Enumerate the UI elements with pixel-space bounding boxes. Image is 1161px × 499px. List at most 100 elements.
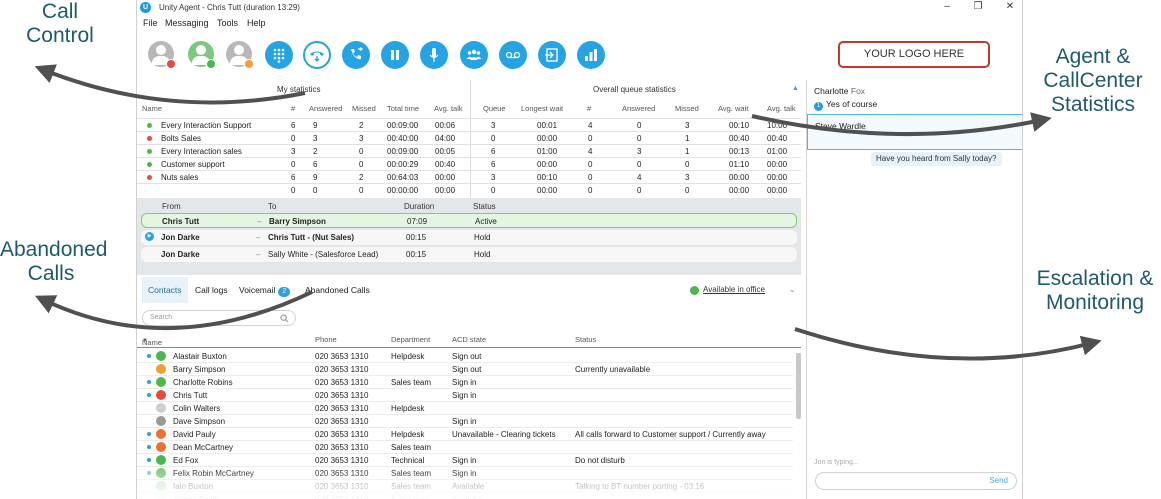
- contact-phone: 020 3653 1310: [315, 443, 369, 452]
- contact-row[interactable]: Charlotte Robins 020 3653 1310 Sales team S…: [137, 376, 793, 389]
- stats-col-header: Missed: [352, 104, 376, 113]
- phone-down-icon: [310, 51, 324, 62]
- play-icon[interactable]: ▶: [145, 232, 154, 241]
- presence-dot: [147, 458, 151, 462]
- stats-cell: 00:01: [537, 121, 558, 130]
- contact-row[interactable]: Dean McCartney 020 3653 1310 Sales team: [137, 441, 793, 454]
- avatar-offline[interactable]: [148, 41, 176, 69]
- dialpad-button[interactable]: [265, 41, 293, 69]
- restore-icon[interactable]: ❐: [971, 1, 985, 12]
- stats-cell: 00:00:29: [387, 160, 419, 169]
- call-status: Hold: [474, 233, 491, 242]
- stats-cell: 00:00: [537, 186, 558, 195]
- chat-contact-name[interactable]: Charlotte Fox: [814, 86, 865, 96]
- pause-icon: [391, 50, 399, 60]
- contact-row[interactable]: Colin Walters 020 3653 1310 Helpdesk: [137, 402, 793, 415]
- contacts-col-header: Department: [391, 335, 431, 344]
- menu-file[interactable]: File: [143, 18, 158, 28]
- contacts-header-divider: [137, 347, 801, 348]
- chat-panel: Charlotte Fox 1 Yes of course Steve Wardl…: [806, 80, 1022, 499]
- tab-abandoned-calls[interactable]: Abandoned Calls: [299, 277, 376, 303]
- stats-row[interactable]: Nuts sales 6 9 2 00:64:03 00:00 3 00:10 0 4 3 00:00…: [137, 170, 801, 183]
- logo-placeholder: YOUR LOGO HERE: [838, 41, 990, 68]
- contact-department: Sales team: [391, 378, 432, 387]
- contact-department: Sales team: [391, 443, 432, 452]
- contacts-col-header: Status: [575, 335, 597, 344]
- contact-row[interactable]: Chris Tutt 020 3653 1310 Sign in: [137, 389, 793, 402]
- call-row[interactable]: Jon Darke Sally White - (Salesforce Lead)…: [141, 247, 797, 262]
- chat-selected-name: Steve Wardle: [815, 121, 866, 131]
- stats-cell: 0: [637, 134, 642, 143]
- contact-row[interactable]: Alastair Buxton 020 3653 1310 Helpdesk Sign…: [137, 350, 793, 363]
- stats-cell: 3: [359, 134, 364, 143]
- contacts-scrollbar[interactable]: [796, 353, 801, 419]
- minimize-icon[interactable]: –: [940, 1, 954, 12]
- avatar-available[interactable]: [188, 41, 216, 69]
- stats-cell: 00:13: [729, 147, 750, 156]
- queue-name: Bolts Sales: [161, 134, 202, 143]
- chat-message-input[interactable]: Send: [815, 472, 1017, 490]
- contact-row[interactable]: David Pauly 020 3653 1310 Helpdesk Unavaila…: [137, 428, 793, 441]
- contact-row[interactable]: Barry Simpson 020 3653 1310 Sign out Curren…: [137, 363, 793, 376]
- conference-button[interactable]: [460, 41, 488, 69]
- tab-voicemail[interactable]: Voicemail 2: [233, 277, 296, 303]
- contact-department: Helpdesk: [391, 404, 425, 413]
- menu-help[interactable]: Help: [247, 18, 266, 28]
- avatar-away[interactable]: [226, 41, 254, 69]
- statistics-panel: My statistics Overall queue statistics ▲…: [137, 80, 801, 198]
- contact-row[interactable]: Dave Simpson 020 3653 1310 Sign in: [137, 415, 793, 428]
- stats-row[interactable]: Every Interaction sales 3 2 0 00:09:00 00:05 6…: [137, 144, 801, 157]
- tab-contacts[interactable]: Contacts: [142, 277, 188, 303]
- availability-selector[interactable]: Available in office: [703, 285, 765, 294]
- contact-name: Charlotte Robins: [173, 378, 233, 387]
- contact-row[interactable]: Ed Fox 020 3653 1310 Technical Sign in Do no…: [137, 454, 793, 467]
- call-status: Hold: [474, 250, 491, 259]
- stats-row[interactable]: Bolts Sales 0 3 3 00:40:00 04:00 0 00:00 0 0 1 00:4…: [137, 131, 801, 144]
- contact-department: Technical: [391, 456, 425, 465]
- chat-selected-contact[interactable]: Steve Wardle: [807, 114, 1022, 150]
- chevron-down-icon[interactable]: ⌄: [789, 285, 796, 294]
- contact-acd-state: Sign out: [452, 352, 482, 361]
- contact-status-icon: [156, 403, 166, 413]
- sort-down-icon: ▼: [142, 338, 148, 344]
- call-separator: –: [256, 250, 261, 259]
- call-row[interactable]: ▶ Jon Darke Chris Tutt - (Nut Sales) 00:15 H…: [141, 230, 797, 245]
- contact-name: David Pauly: [173, 430, 216, 439]
- close-icon[interactable]: ✕: [1003, 1, 1017, 12]
- tab-call-logs[interactable]: Call logs: [189, 277, 234, 303]
- contact-acd-state: Sign in: [452, 456, 477, 465]
- menu-tools[interactable]: Tools: [217, 18, 238, 28]
- stats-cell: 0: [588, 173, 593, 182]
- contact-search-input[interactable]: Search: [142, 310, 296, 326]
- statistics-button[interactable]: [577, 41, 605, 69]
- stats-cell: 6: [291, 121, 296, 130]
- stats-cell: 3: [685, 173, 690, 182]
- presence-dot: [147, 432, 151, 436]
- stats-row[interactable]: Every Interaction Support 6 9 2 00:09:00 00:0…: [137, 118, 801, 131]
- stats-cell: 0: [291, 186, 296, 195]
- voicemail-button[interactable]: [499, 41, 527, 69]
- queue-name: Every Interaction Support: [161, 121, 252, 130]
- answer-call-button[interactable]: [303, 41, 331, 69]
- collapse-stats-icon[interactable]: ▲: [792, 85, 799, 92]
- contact-status: All calls forward to Customer support / …: [575, 430, 766, 439]
- stats-row[interactable]: 0 0 0 00:00:00 00:00 0 00:00 0 0 0 00:00 00:00: [137, 183, 801, 196]
- stats-row[interactable]: Customer support 0 6 0 00:00:29 00:40 6 00:00 0 0…: [137, 157, 801, 170]
- contact-acd-state: Unavailable - Clearing tickets: [452, 430, 556, 439]
- busy-status-icon: [166, 59, 176, 69]
- contact-acd-state: Sign in: [452, 417, 477, 426]
- send-button[interactable]: Send: [989, 476, 1008, 485]
- menu-messaging[interactable]: Messaging: [165, 18, 209, 28]
- hold-button[interactable]: [381, 41, 409, 69]
- contact-phone: 020 3653 1310: [315, 456, 369, 465]
- call-row[interactable]: Chris Tutt Barry Simpson 07:09 Active –: [141, 213, 797, 228]
- stats-cell: 3: [291, 147, 296, 156]
- stats-cell: 6: [491, 160, 496, 169]
- stats-cell: 00:64:03: [387, 173, 419, 182]
- stats-col-header: Missed: [675, 104, 699, 113]
- login-queue-button[interactable]: [538, 41, 566, 69]
- chat-last-message: 1 Yes of course: [814, 99, 877, 111]
- contact-phone: 020 3653 1310: [315, 404, 369, 413]
- mute-button[interactable]: [420, 41, 448, 69]
- transfer-button[interactable]: [342, 41, 370, 69]
